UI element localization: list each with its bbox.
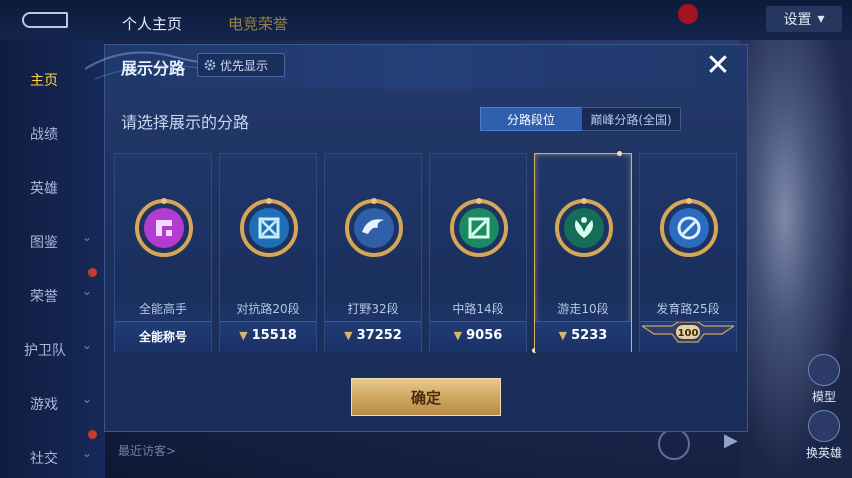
model-label: 模型	[811, 390, 836, 404]
tab-profile[interactable]: 个人主页	[122, 13, 182, 34]
top-bar: 个人主页 电竞荣誉 设置 ▾	[0, 0, 852, 40]
dialog-header: 展示分路 优先显示 ✕	[85, 45, 747, 89]
model-icon	[808, 354, 840, 386]
lane-score: ▼ 15518	[239, 328, 297, 343]
tab-peak-lane[interactable]: 巅峰分路(全国)	[581, 107, 681, 131]
back-button[interactable]	[22, 12, 68, 28]
priority-display-button[interactable]: 优先显示	[197, 53, 285, 77]
settings-label: 设置	[783, 12, 812, 28]
sidebar: 主页 战绩 英雄 图鉴 ⌄ 荣誉 ⌄ 护卫队 ⌄ 游戏 ⌄ 社交 ⌄	[0, 40, 105, 478]
jungle-emblem-icon	[345, 198, 403, 257]
settings-button[interactable]: 设置 ▾	[766, 6, 842, 32]
dialog-subtitle: 请选择展示的分路	[121, 113, 250, 132]
peak-rank-number: 100	[677, 328, 699, 339]
chevron-down-icon: ⌄	[82, 284, 93, 298]
sidebar-item-label: 图鉴	[30, 235, 58, 251]
sidebar-item-label: 主页	[30, 73, 58, 89]
rank-chevron-icon: ▼	[344, 329, 353, 342]
lane-score: ▼ 9056	[453, 328, 503, 343]
sidebar-item-label: 战绩	[30, 127, 58, 143]
lane-name: 全能高手	[138, 302, 187, 316]
change-hero-label: 换英雄	[805, 446, 842, 460]
lane-name: 游走10段	[557, 302, 609, 316]
avatar[interactable]	[678, 4, 698, 24]
recent-visitors-link[interactable]: 最近访客>	[118, 442, 176, 459]
swap-hero-icon	[808, 410, 840, 442]
sidebar-item-label: 社交	[30, 451, 58, 467]
sidebar-item-honor[interactable]: 荣誉 ⌄	[0, 280, 105, 310]
sidebar-item-label: 护卫队	[24, 343, 66, 359]
lane-card-all-round[interactable]: 全能高手 全能称号	[114, 153, 212, 352]
model-button[interactable]: 模型	[796, 354, 852, 405]
farm-lane-emblem-icon	[660, 198, 718, 257]
notification-dot	[88, 268, 97, 277]
chevron-down-icon: ▾	[817, 11, 825, 27]
chevron-down-icon: ⌄	[82, 338, 93, 352]
sidebar-item-label: 荣誉	[30, 289, 58, 305]
notification-dot	[88, 430, 97, 439]
all-round-title: 全能称号	[138, 330, 187, 344]
sidebar-item-guard[interactable]: 护卫队 ⌄	[0, 334, 105, 364]
chevron-down-icon: ⌄	[82, 446, 93, 460]
rank-chevron-icon: ▼	[558, 329, 568, 342]
tab-lane-rank[interactable]: 分路段位	[480, 107, 582, 131]
lane-card-roam[interactable]: 游走10段 ▼ 5233	[532, 151, 632, 353]
roam-emblem-icon	[555, 198, 613, 257]
dialog-title: 展示分路	[121, 59, 186, 78]
lane-card-mid[interactable]: 中路14段 ▼ 9056	[429, 153, 527, 352]
clash-lane-emblem-icon	[240, 198, 298, 257]
rank-chevron-icon: ▼	[239, 329, 248, 342]
lane-name: 中路14段	[452, 302, 504, 316]
sidebar-item-gallery[interactable]: 图鉴 ⌄	[0, 226, 105, 256]
lane-name: 发育路25段	[656, 302, 720, 316]
lane-card-clash[interactable]: 对抗路20段 ▼ 15518	[219, 153, 317, 352]
lane-score: ▼ 5233	[558, 328, 608, 343]
all-round-emblem-icon	[135, 198, 193, 257]
lane-name: 对抗路20段	[236, 302, 300, 316]
sidebar-item-social[interactable]: 社交 ⌄	[0, 442, 105, 472]
gear-icon	[204, 59, 216, 71]
mid-lane-emblem-icon	[450, 198, 508, 257]
selection-corner	[617, 151, 622, 156]
display-lane-dialog: 展示分路 优先显示 ✕ 请选择展示的分路 分路段位 巅峰分路(全国) 全能高手 …	[85, 44, 748, 432]
change-hero-button[interactable]: 换英雄	[796, 410, 852, 461]
close-button[interactable]: ✕	[703, 51, 733, 81]
sidebar-item-record[interactable]: 战绩	[0, 118, 105, 148]
lane-card-jungle[interactable]: 打野32段 ▼ 37252	[324, 153, 422, 352]
confirm-button[interactable]: 确定	[351, 378, 501, 416]
rank-chevron-icon: ▼	[453, 329, 463, 342]
chevron-down-icon: ⌄	[82, 230, 93, 244]
lane-card-farm[interactable]: 发育路25段 100	[639, 153, 737, 352]
sidebar-item-label: 英雄	[30, 181, 58, 197]
lane-score: ▼ 37252	[344, 328, 402, 343]
priority-display-label: 优先显示	[220, 58, 269, 73]
tab-esports[interactable]: 电竞荣誉	[228, 13, 288, 34]
sidebar-item-label: 游戏	[30, 397, 58, 413]
lane-name: 打野32段	[347, 302, 399, 316]
sidebar-item-games[interactable]: 游戏 ⌄	[0, 388, 105, 418]
play-icon[interactable]	[658, 428, 690, 460]
sidebar-item-heroes[interactable]: 英雄	[0, 172, 105, 202]
chevron-down-icon: ⌄	[82, 392, 93, 406]
arrow-right-icon[interactable]: ▶	[724, 430, 738, 451]
